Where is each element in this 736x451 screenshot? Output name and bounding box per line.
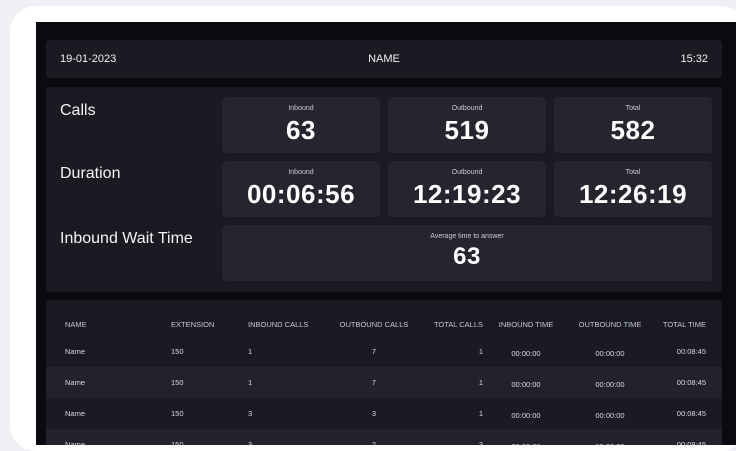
cell-extension: 150 bbox=[171, 347, 184, 356]
cell-outbound-time: 00:00:00 bbox=[595, 411, 625, 420]
agents-table-panel: NAME EXTENSION INBOUND CALLS OUTBOUND CA… bbox=[46, 300, 722, 445]
col-name: NAME bbox=[65, 319, 87, 329]
table-row: Name 150 1 7 1 00:00:00 00:00:00 00:08:4… bbox=[46, 367, 722, 398]
cell-inbound-time: 00:00:00 bbox=[511, 349, 541, 358]
cell-outbound-calls: 7 bbox=[331, 367, 417, 398]
cell-total-calls: 1 bbox=[417, 367, 483, 398]
cell-total-time: 00:08:45 bbox=[676, 347, 706, 356]
cell-outbound-time: 00:00:00 bbox=[569, 429, 651, 445]
duration-total-caption: Total bbox=[625, 169, 641, 176]
calls-inbound-caption: Inbound bbox=[288, 105, 314, 112]
wait-time-label: Inbound Wait Time bbox=[60, 230, 193, 247]
header-name: NAME bbox=[368, 53, 400, 65]
col-inbound-calls: INBOUND CALLS bbox=[248, 319, 309, 329]
cell-inbound-calls: 1 bbox=[248, 367, 331, 398]
cell-extension: 150 bbox=[171, 429, 248, 445]
cell-extension: 150 bbox=[171, 409, 184, 418]
table-row: Name 150 3 3 1 00:00:00 00:00:00 00:08:4… bbox=[46, 398, 722, 429]
cell-total-time: 00:08:45 bbox=[651, 367, 722, 398]
col-extension: EXTENSION bbox=[171, 319, 215, 329]
cell-total-calls: 1 bbox=[478, 347, 483, 356]
agents-table: NAME EXTENSION INBOUND CALLS OUTBOUND CA… bbox=[46, 312, 722, 445]
cell-outbound-calls: 2 bbox=[331, 429, 417, 445]
duration-total-tile: Total 12:26:19 bbox=[554, 161, 712, 217]
cell-inbound-time: 00:00:00 bbox=[483, 429, 569, 445]
duration-label: Duration bbox=[60, 165, 121, 182]
cell-inbound-calls: 1 bbox=[248, 347, 253, 356]
cell-outbound-calls: 7 bbox=[371, 347, 377, 356]
header-time: 15:32 bbox=[680, 53, 708, 65]
col-total-time: TOTAL TIME bbox=[662, 319, 706, 329]
header-bar: 19-01-2023 NAME 15:32 bbox=[46, 40, 722, 78]
calls-outbound-caption: Outbound bbox=[451, 105, 483, 112]
calls-total-tile: Total 582 bbox=[554, 97, 712, 153]
wait-time-value: 63 bbox=[453, 243, 481, 270]
cell-total-calls: 1 bbox=[478, 409, 483, 418]
duration-inbound-tile: Inbound 00:06:56 bbox=[222, 161, 380, 217]
duration-outbound-tile: Outbound 12:19:23 bbox=[388, 161, 546, 217]
calls-inbound-value: 63 bbox=[286, 115, 316, 145]
calls-label: Calls bbox=[60, 102, 96, 119]
cell-outbound-time: 00:00:00 bbox=[569, 367, 651, 398]
cell-name: Name bbox=[46, 367, 171, 398]
cell-outbound-calls: 3 bbox=[371, 409, 377, 418]
col-outbound-calls: OUTBOUND CALLS bbox=[339, 319, 409, 329]
cell-name: Name bbox=[65, 409, 86, 418]
wait-time-caption: Average time to answer bbox=[430, 233, 504, 240]
col-outbound-time: OUTBOUND TIME bbox=[578, 319, 642, 329]
cell-total-time: 00:08:45 bbox=[676, 409, 706, 418]
dashboard-screen: 19-01-2023 NAME 15:32 Calls Inbound 63 O… bbox=[36, 22, 736, 445]
calls-outbound-value: 519 bbox=[444, 115, 490, 145]
col-inbound-time: INBOUND TIME bbox=[498, 319, 554, 329]
cell-total-calls: 3 bbox=[417, 429, 483, 445]
cell-inbound-calls: 3 bbox=[248, 409, 253, 418]
wait-time-tile: Average time to answer 63 bbox=[222, 225, 712, 281]
cell-extension: 150 bbox=[171, 367, 248, 398]
calls-inbound-tile: Inbound 63 bbox=[222, 97, 380, 153]
duration-outbound-value: 12:19:23 bbox=[412, 179, 522, 209]
calls-total-value: 582 bbox=[610, 115, 656, 145]
cell-outbound-time: 00:00:00 bbox=[595, 349, 625, 358]
duration-outbound-caption: Outbound bbox=[451, 169, 483, 176]
cell-inbound-time: 00:00:00 bbox=[511, 411, 541, 420]
col-total-calls: TOTAL CALLS bbox=[433, 319, 483, 329]
cell-inbound-time: 00:00:00 bbox=[483, 367, 569, 398]
cell-name: Name bbox=[46, 429, 171, 445]
duration-inbound-caption: Inbound bbox=[288, 169, 314, 176]
cell-name: Name bbox=[65, 347, 86, 356]
table-row: Name 150 1 7 1 00:00:00 00:00:00 00:08:4… bbox=[46, 336, 722, 367]
duration-total-value: 12:26:19 bbox=[578, 179, 688, 209]
calls-outbound-tile: Outbound 519 bbox=[388, 97, 546, 153]
table-header-row: NAME EXTENSION INBOUND CALLS OUTBOUND CA… bbox=[46, 312, 722, 336]
calls-total-caption: Total bbox=[625, 105, 641, 112]
duration-inbound-value: 00:06:56 bbox=[246, 179, 356, 209]
cell-inbound-calls: 3 bbox=[248, 429, 331, 445]
cell-total-time: 00:08:45 bbox=[651, 429, 722, 445]
stats-panel: Calls Inbound 63 Outbound 519 Total 582 … bbox=[46, 87, 722, 292]
table-row: Name 150 3 2 3 00:00:00 00:00:00 00:08:4… bbox=[46, 429, 722, 445]
